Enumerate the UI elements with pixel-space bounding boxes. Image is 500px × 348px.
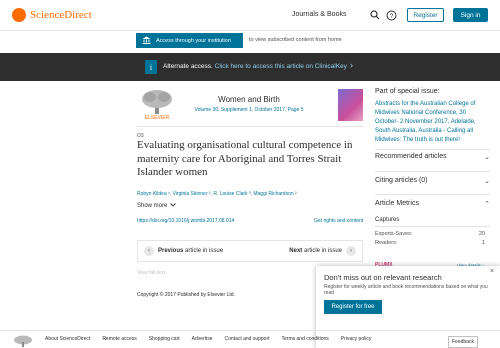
article-metrics-label: Article Metrics (375, 200, 419, 207)
special-issue-heading: Part of special issue: (375, 88, 440, 95)
chevron-down-icon: ⌄ (484, 154, 490, 161)
footer-link[interactable]: About ScienceDirect (45, 336, 90, 342)
elsevier-footer-logo[interactable] (12, 334, 34, 347)
sign-in-button[interactable]: Sign in (453, 8, 488, 22)
alternate-access-text: Alternate access. Click here to access t… (163, 63, 347, 70)
sidebar-divider (375, 194, 490, 195)
article-metrics-toggle[interactable]: Article Metrics ⌃ (375, 200, 490, 208)
journal-title[interactable]: Women and Birth (190, 95, 308, 104)
footer-link[interactable]: Remote access (102, 336, 136, 342)
popup-title: Don't miss out on relevant research (324, 273, 442, 282)
chevron-up-icon: ⌃ (484, 201, 490, 208)
previous-rest: article in issue (185, 248, 224, 254)
show-more-button[interactable]: Show more (137, 203, 177, 209)
exports-value: 20 (478, 231, 485, 237)
chevron-left-icon: ‹ (144, 246, 154, 256)
article-divider (137, 126, 364, 127)
doi-link[interactable]: https://doi.org/10.1016/j.wombi.2017.08.… (137, 218, 234, 224)
elsevier-tree-logo: ELSEVIER (137, 88, 177, 121)
svg-text:?: ? (389, 13, 393, 20)
journals-books-link[interactable]: Journals & Books (292, 11, 346, 18)
next-label: Next (289, 248, 303, 254)
alternate-access-lead: Alternate access. (163, 63, 213, 70)
journal-cover-image[interactable] (338, 89, 363, 121)
view-full-text-link[interactable]: View full text (137, 270, 165, 276)
special-issue-link[interactable]: Abstracts for the Australian College of … (375, 100, 490, 145)
footer-link[interactable]: Terms and conditions (282, 336, 329, 342)
access-button-label: Access through your institution (156, 37, 231, 44)
elsevier-logo-icon (12, 8, 26, 22)
sciencedirect-logo[interactable]: ScienceDirect (12, 8, 92, 22)
captures-heading: Captures (375, 217, 400, 223)
footer-link[interactable]: Shopping cart (149, 336, 180, 342)
register-button[interactable]: Register (407, 8, 444, 22)
footer-link[interactable]: Advertise (192, 336, 213, 342)
sidebar-divider (375, 171, 490, 172)
citing-articles-toggle[interactable]: Citing articles (0) ⌄ (375, 177, 490, 185)
readers-value: 1 (481, 240, 485, 246)
brand-name: ScienceDirect (30, 9, 92, 21)
institution-icon (142, 36, 151, 46)
chevron-down-icon (170, 203, 177, 209)
register-free-button[interactable]: Register for free (324, 300, 382, 314)
chevron-right-icon[interactable]: › (350, 60, 353, 70)
access-note: to view subscribed content from home (249, 37, 342, 43)
footer-link[interactable]: Contact and support (224, 336, 269, 342)
captures-divider (375, 226, 490, 227)
popup-text: Register for weekly article and book rec… (324, 284, 488, 296)
search-icon[interactable] (369, 9, 381, 21)
exports-label: Exports-Saves: (375, 231, 413, 237)
readers-label: Readers: (375, 240, 398, 246)
help-icon[interactable]: ? (385, 9, 397, 21)
info-icon: i (145, 60, 157, 74)
citing-articles-label: Citing articles (0) (375, 177, 428, 184)
feedback-button[interactable]: Feedback (448, 336, 478, 348)
recommended-articles-label: Recommended articles (375, 153, 447, 160)
svg-text:ELSEVIER: ELSEVIER (145, 115, 170, 120)
show-more-label: Show more (137, 203, 168, 209)
header-divider (0, 30, 500, 31)
sidebar-divider (375, 149, 490, 150)
chevron-down-icon: ⌄ (484, 178, 490, 185)
footer-links: About ScienceDirect Remote access Shoppi… (45, 336, 371, 342)
exports-row: Exports-Saves: 20 (375, 231, 485, 237)
article-title: Evaluating organisational cultural compe… (137, 139, 353, 178)
close-icon[interactable]: × (490, 268, 494, 275)
rights-link[interactable]: Get rights and content (314, 218, 363, 224)
footer-link[interactable]: Privacy policy (341, 336, 372, 342)
access-institution-button[interactable]: Access through your institution (136, 33, 243, 48)
copyright-text: Copyright © 2017 Published by Elsevier L… (137, 292, 235, 298)
next-article-button[interactable]: Next article in issue › (289, 246, 356, 256)
clinicalkey-link[interactable]: Click here to access this article on Cli… (215, 63, 347, 70)
issue-navigation: ‹ Previous article in issue Next article… (137, 240, 363, 262)
next-rest: article in issue (303, 248, 342, 254)
previous-label: Previous (158, 248, 184, 254)
readers-row: Readers: 1 (375, 240, 485, 246)
chevron-right-icon: › (346, 246, 356, 256)
recommended-articles-toggle[interactable]: Recommended articles ⌄ (375, 153, 490, 161)
author-list[interactable]: Robyn Kildea ¹, Virginia Skinner ², R. L… (137, 191, 362, 197)
volume-info[interactable]: Volume 30, Supplement 1, October 2017, P… (190, 107, 308, 113)
footer-divider (0, 330, 500, 331)
previous-article-button[interactable]: ‹ Previous article in issue (144, 246, 223, 256)
